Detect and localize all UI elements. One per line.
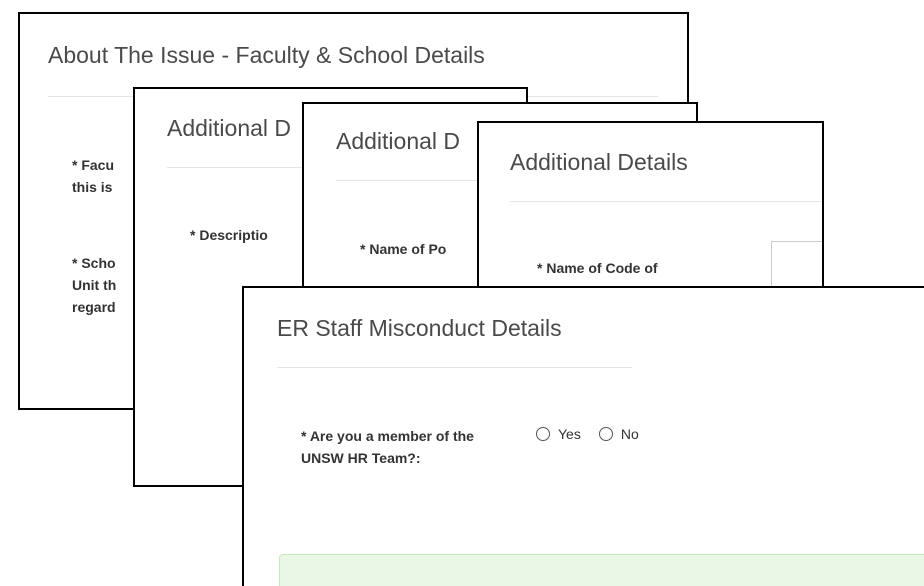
- hr-team-question-label: * Are you a member of the UNSW HR Team?:: [301, 428, 474, 466]
- radio-yes-label: Yes: [558, 426, 581, 442]
- info-banner: [279, 554, 924, 586]
- title-divider: [510, 201, 822, 202]
- hr-team-radio-group: Yes No: [536, 426, 657, 442]
- radio-yes-icon[interactable]: [536, 427, 550, 441]
- faculty-field-label: * Facu this is: [72, 157, 115, 195]
- title-divider: [277, 367, 632, 368]
- card-title: Additional D: [167, 115, 292, 141]
- radio-no-label: No: [620, 426, 639, 442]
- school-field-label: * Scho Unit th regard: [72, 255, 117, 315]
- card-title: ER Staff Misconduct Details: [277, 315, 562, 341]
- card-title: Additional Details: [510, 149, 688, 175]
- radio-option-yes[interactable]: Yes: [536, 426, 581, 442]
- policy-field-label: * Name of Po: [360, 241, 447, 257]
- er-staff-misconduct-card: ER Staff Misconduct Details * Are you a …: [242, 286, 924, 586]
- radio-option-no[interactable]: No: [598, 426, 639, 442]
- card-title: About The Issue - Faculty & School Detai…: [48, 42, 485, 68]
- card-title: Additional D: [336, 128, 461, 154]
- code-of-conduct-field-label: * Name of Code of: [537, 260, 658, 276]
- description-field-label: * Descriptio: [190, 227, 268, 243]
- radio-no-icon[interactable]: [598, 427, 613, 441]
